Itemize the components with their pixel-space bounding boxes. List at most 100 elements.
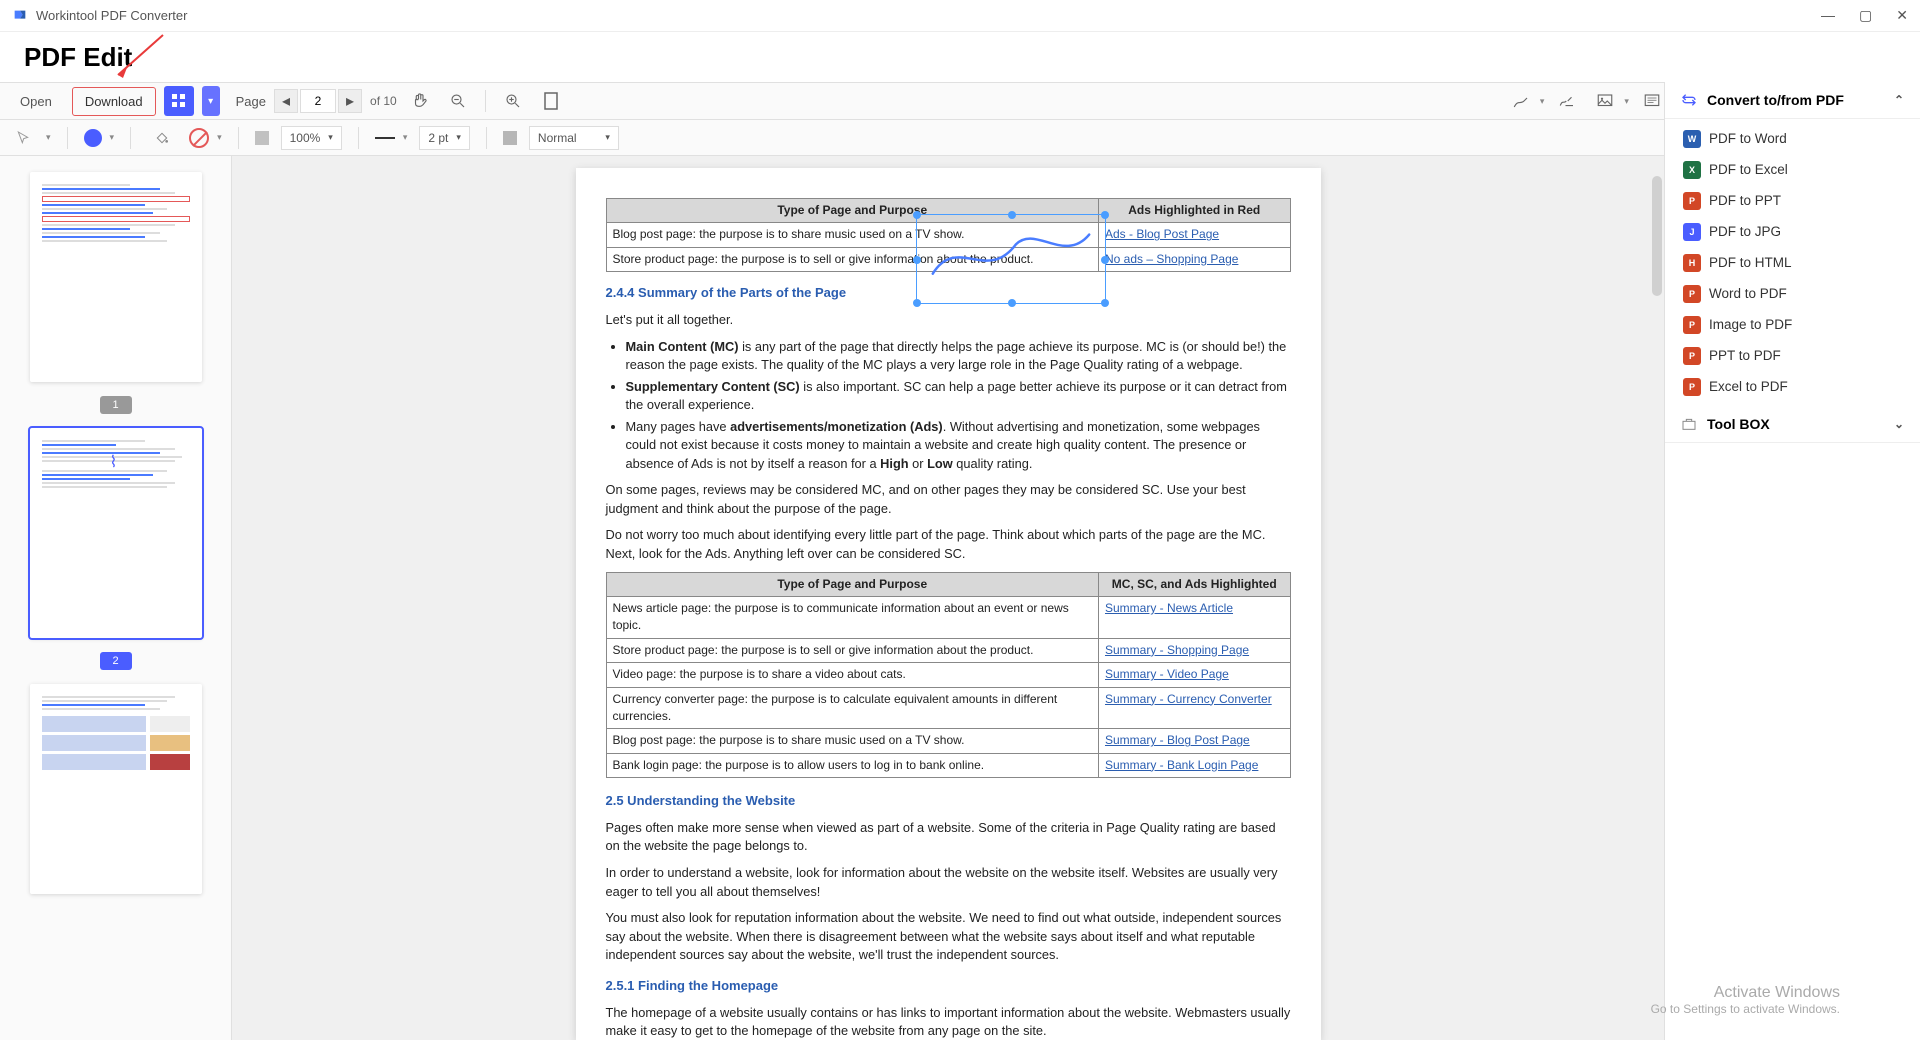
- convert-panel-header[interactable]: Convert to/from PDF ⌃: [1665, 82, 1920, 119]
- next-page-button[interactable]: ▸: [338, 89, 362, 113]
- convert-item[interactable]: WPDF to Word: [1665, 123, 1920, 154]
- app-logo-icon: [12, 8, 28, 24]
- convert-list: WPDF to WordXPDF to ExcelPPDF to PPTJPDF…: [1665, 119, 1920, 406]
- convert-item[interactable]: PImage to PDF: [1665, 309, 1920, 340]
- convert-item[interactable]: JPDF to JPG: [1665, 216, 1920, 247]
- thumbnail-2[interactable]: ⌇: [30, 428, 202, 638]
- scrollbar[interactable]: [1652, 176, 1662, 296]
- pen-dropdown[interactable]: ▾: [1540, 96, 1545, 107]
- no-fill-button[interactable]: [189, 128, 209, 148]
- convert-item[interactable]: PWord to PDF: [1665, 278, 1920, 309]
- page-layout-button[interactable]: [536, 86, 566, 116]
- signature-icon: [1558, 92, 1576, 110]
- summary-link[interactable]: Summary - Blog Post Page: [1105, 733, 1250, 747]
- convert-item[interactable]: HPDF to HTML: [1665, 247, 1920, 278]
- thumbnail-toggle-button[interactable]: [164, 86, 194, 116]
- secondary-toolbar: ▾ ▾ ▾ 100%▾ ▾ 2 pt▾ Normal▾: [0, 120, 1920, 156]
- fill-color-swatch[interactable]: [84, 129, 102, 147]
- image-dropdown[interactable]: ▾: [1624, 96, 1629, 107]
- page-label: Page: [236, 94, 266, 109]
- workspace: 1 ⌇ 2 Type of Page and PurposeAds Highli…: [0, 156, 1664, 1040]
- pan-tool-button[interactable]: [405, 86, 435, 116]
- summary-link[interactable]: Summary - Shopping Page: [1105, 643, 1249, 657]
- convert-item[interactable]: PPPT to PDF: [1665, 340, 1920, 371]
- toolbox-panel-header[interactable]: Tool BOX ⌄: [1665, 406, 1920, 443]
- main-toolbar: Open Download ▾ Page ◂ ▸ of 10 ▾ ▾ ▾ ▾: [0, 82, 1920, 120]
- titlebar: Workintool PDF Converter — ▢ ✕: [0, 0, 1920, 32]
- close-button[interactable]: ✕: [1896, 7, 1908, 24]
- pen-tool-button[interactable]: [1506, 86, 1536, 116]
- heading-251: 2.5.1 Finding the Homepage: [606, 977, 1291, 996]
- paragraph: Let's put it all together.: [606, 311, 1291, 330]
- page-count-label: of 10: [370, 94, 397, 108]
- thumbnail-1[interactable]: [30, 172, 202, 382]
- thumbnail-2-label: 2: [100, 652, 132, 670]
- blend-swatch[interactable]: [503, 131, 517, 145]
- summary-link[interactable]: Summary - News Article: [1105, 601, 1233, 615]
- current-page-input[interactable]: [300, 89, 336, 113]
- cursor-icon: [15, 130, 31, 146]
- image-button[interactable]: [1590, 86, 1620, 116]
- page-navigation: ◂ ▸ of 10: [274, 89, 397, 113]
- summary-link[interactable]: Summary - Video Page: [1105, 667, 1229, 681]
- paragraph: On some pages, reviews may be considered…: [606, 481, 1291, 518]
- convert-item[interactable]: PExcel to PDF: [1665, 371, 1920, 402]
- single-page-icon: [543, 92, 559, 110]
- paragraph: In order to understand a website, look f…: [606, 864, 1291, 901]
- text-icon: [1643, 92, 1661, 110]
- zoom-in-button[interactable]: [498, 86, 528, 116]
- prev-page-button[interactable]: ◂: [274, 89, 298, 113]
- zoom-out-button[interactable]: [443, 86, 473, 116]
- pen-icon: [1512, 92, 1530, 110]
- app-title: Workintool PDF Converter: [36, 8, 1821, 23]
- nofill-dropdown[interactable]: ▾: [217, 132, 222, 143]
- blend-mode-select[interactable]: Normal▾: [529, 126, 619, 150]
- freehand-scribble: [917, 215, 1105, 303]
- summary-link[interactable]: Summary - Currency Converter: [1105, 692, 1272, 706]
- text-button[interactable]: [1637, 86, 1667, 116]
- convert-item[interactable]: XPDF to Excel: [1665, 154, 1920, 185]
- cursor-dropdown[interactable]: ▾: [46, 132, 51, 143]
- canvas-area[interactable]: Type of Page and PurposeAds Highlighted …: [232, 156, 1664, 1040]
- bucket-icon: [154, 130, 170, 146]
- table-2: Type of Page and PurposeMC, SC, and Ads …: [606, 572, 1291, 779]
- right-panel: Convert to/from PDF ⌃ WPDF to WordXPDF t…: [1664, 82, 1920, 1040]
- zoom-in-icon: [504, 92, 522, 110]
- convert-item[interactable]: PPDF to PPT: [1665, 185, 1920, 216]
- opacity-swatch[interactable]: [255, 131, 269, 145]
- chevron-up-icon: ⌃: [1894, 93, 1904, 107]
- signature-button[interactable]: [1552, 86, 1582, 116]
- fill-dropdown[interactable]: ▾: [110, 132, 115, 143]
- zoom-select[interactable]: 100%▾: [281, 126, 342, 150]
- minimize-button[interactable]: —: [1821, 7, 1835, 24]
- stroke-width-select[interactable]: 2 pt▾: [419, 126, 470, 150]
- summary-link[interactable]: Summary - Bank Login Page: [1105, 758, 1258, 772]
- annotation-selection[interactable]: [916, 214, 1106, 304]
- paragraph: Pages often make more sense when viewed …: [606, 819, 1291, 856]
- grid-icon: [171, 93, 187, 109]
- open-button[interactable]: Open: [8, 88, 64, 115]
- heading-25: 2.5 Understanding the Website: [606, 792, 1291, 811]
- download-button[interactable]: Download: [72, 87, 156, 116]
- thumbnail-panel: 1 ⌇ 2: [0, 156, 232, 1040]
- page-header: PDF Edit: [0, 32, 1920, 82]
- thumbnail-1-label: 1: [100, 396, 132, 414]
- chevron-down-icon: ⌄: [1894, 417, 1904, 431]
- cursor-tool-button[interactable]: [8, 123, 38, 153]
- fill-bucket-button[interactable]: [147, 123, 177, 153]
- page-title: PDF Edit: [24, 42, 132, 73]
- stroke-preview: [375, 137, 395, 139]
- stroke-style-dropdown[interactable]: ▾: [403, 132, 408, 143]
- pdf-page: Type of Page and PurposeAds Highlighted …: [576, 168, 1321, 1040]
- thumbnail-3[interactable]: [30, 684, 202, 894]
- bullet-list: Main Content (MC) is any part of the pag…: [626, 338, 1291, 474]
- convert-icon: [1681, 92, 1697, 108]
- maximize-button[interactable]: ▢: [1859, 7, 1872, 24]
- image-icon: [1596, 92, 1614, 110]
- paragraph: You must also look for reputation inform…: [606, 909, 1291, 965]
- link-noads-shop[interactable]: No ads – Shopping Page: [1105, 252, 1238, 266]
- toolbox-icon: [1681, 416, 1697, 432]
- thumbnail-dropdown[interactable]: ▾: [202, 86, 220, 116]
- paragraph: The homepage of a website usually contai…: [606, 1004, 1291, 1040]
- link-ads-blog[interactable]: Ads - Blog Post Page: [1105, 227, 1219, 241]
